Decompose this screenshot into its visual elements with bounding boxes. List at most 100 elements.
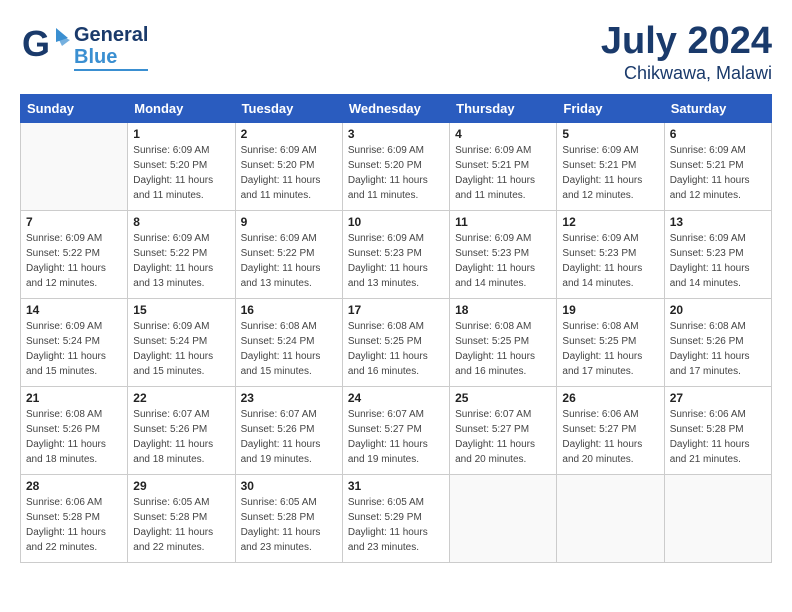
calendar-cell: 5 Sunrise: 6:09 AMSunset: 5:21 PMDaylight… xyxy=(557,123,664,211)
logo-text-block: General Blue xyxy=(74,24,148,71)
day-number: 28 xyxy=(26,479,122,493)
calendar-cell: 21Sunrise: 6:08 AMSunset: 5:26 PMDayligh… xyxy=(21,387,128,475)
calendar-cell: 8 Sunrise: 6:09 AMSunset: 5:22 PMDaylight… xyxy=(128,211,235,299)
day-info: Sunrise: 6:09 AMSunset: 5:22 PMDaylight:… xyxy=(26,231,122,291)
day-info: Sunrise: 6:09 AMSunset: 5:24 PMDaylight:… xyxy=(26,319,122,379)
calendar-cell: 2 Sunrise: 6:09 AMSunset: 5:20 PMDaylight… xyxy=(235,123,342,211)
day-number: 20 xyxy=(670,303,766,317)
day-info: Sunrise: 6:09 AMSunset: 5:23 PMDaylight:… xyxy=(455,231,551,291)
day-info: Sunrise: 6:06 AMSunset: 5:27 PMDaylight:… xyxy=(562,407,658,467)
calendar-cell: 3Sunrise: 6:09 AMSunset: 5:20 PMDaylight… xyxy=(342,123,449,211)
calendar-cell: 11 Sunrise: 6:09 AMSunset: 5:23 PMDayligh… xyxy=(450,211,557,299)
day-info: Sunrise: 6:06 AMSunset: 5:28 PMDaylight:… xyxy=(26,495,122,555)
day-number: 31 xyxy=(348,479,444,493)
day-number: 16 xyxy=(241,303,337,317)
calendar-cell: 22Sunrise: 6:07 AMSunset: 5:26 PMDayligh… xyxy=(128,387,235,475)
calendar-cell: 24Sunrise: 6:07 AMSunset: 5:27 PMDayligh… xyxy=(342,387,449,475)
day-info: Sunrise: 6:09 AMSunset: 5:23 PMDaylight:… xyxy=(348,231,444,291)
day-info: Sunrise: 6:09 AMSunset: 5:23 PMDaylight:… xyxy=(670,231,766,291)
day-info: Sunrise: 6:05 AMSunset: 5:28 PMDaylight:… xyxy=(133,495,229,555)
calendar-cell: 16 Sunrise: 6:08 AMSunset: 5:24 PMDayligh… xyxy=(235,299,342,387)
day-number: 30 xyxy=(241,479,337,493)
calendar-cell xyxy=(21,123,128,211)
week-row-1: 1 Sunrise: 6:09 AMSunset: 5:20 PMDaylight… xyxy=(21,123,772,211)
week-row-2: 7Sunrise: 6:09 AMSunset: 5:22 PMDaylight… xyxy=(21,211,772,299)
day-info: Sunrise: 6:08 AMSunset: 5:25 PMDaylight:… xyxy=(455,319,551,379)
day-info: Sunrise: 6:07 AMSunset: 5:27 PMDaylight:… xyxy=(455,407,551,467)
calendar-cell: 23 Sunrise: 6:07 AMSunset: 5:26 PMDayligh… xyxy=(235,387,342,475)
day-info: Sunrise: 6:09 AMSunset: 5:22 PMDaylight:… xyxy=(241,231,337,291)
calendar-cell: 1 Sunrise: 6:09 AMSunset: 5:20 PMDaylight… xyxy=(128,123,235,211)
day-number: 18 xyxy=(455,303,551,317)
title-block: July 2024 Chikwawa, Malawi xyxy=(601,20,772,84)
day-number: 17 xyxy=(348,303,444,317)
day-info: Sunrise: 6:09 AMSunset: 5:21 PMDaylight:… xyxy=(670,143,766,203)
day-info: Sunrise: 6:09 AMSunset: 5:22 PMDaylight:… xyxy=(133,231,229,291)
calendar-cell xyxy=(450,475,557,563)
calendar-cell: 20 Sunrise: 6:08 AMSunset: 5:26 PMDayligh… xyxy=(664,299,771,387)
page-title: July 2024 xyxy=(601,20,772,63)
day-number: 10 xyxy=(348,215,444,229)
calendar-cell: 15 Sunrise: 6:09 AMSunset: 5:24 PMDayligh… xyxy=(128,299,235,387)
weekday-header-monday: Monday xyxy=(128,95,235,123)
day-number: 29 xyxy=(133,479,229,493)
day-number: 27 xyxy=(670,391,766,405)
calendar-table: SundayMondayTuesdayWednesdayThursdayFrid… xyxy=(20,94,772,563)
day-info: Sunrise: 6:06 AMSunset: 5:28 PMDaylight:… xyxy=(670,407,766,467)
day-number: 2 xyxy=(241,127,337,141)
svg-text:G: G xyxy=(22,23,50,64)
day-number: 1 xyxy=(133,127,229,141)
day-number: 26 xyxy=(562,391,658,405)
day-number: 9 xyxy=(241,215,337,229)
calendar-cell: 29 Sunrise: 6:05 AMSunset: 5:28 PMDayligh… xyxy=(128,475,235,563)
weekday-header-wednesday: Wednesday xyxy=(342,95,449,123)
calendar-cell: 10 Sunrise: 6:09 AMSunset: 5:23 PMDayligh… xyxy=(342,211,449,299)
logo: G General Blue xyxy=(20,20,148,75)
day-number: 23 xyxy=(241,391,337,405)
calendar-cell: 28 Sunrise: 6:06 AMSunset: 5:28 PMDayligh… xyxy=(21,475,128,563)
calendar-cell: 13Sunrise: 6:09 AMSunset: 5:23 PMDayligh… xyxy=(664,211,771,299)
calendar-cell: 26 Sunrise: 6:06 AMSunset: 5:27 PMDayligh… xyxy=(557,387,664,475)
day-info: Sunrise: 6:09 AMSunset: 5:21 PMDaylight:… xyxy=(562,143,658,203)
day-number: 22 xyxy=(133,391,229,405)
week-row-4: 21Sunrise: 6:08 AMSunset: 5:26 PMDayligh… xyxy=(21,387,772,475)
calendar-cell: 12Sunrise: 6:09 AMSunset: 5:23 PMDayligh… xyxy=(557,211,664,299)
calendar-cell: 30 Sunrise: 6:05 AMSunset: 5:28 PMDayligh… xyxy=(235,475,342,563)
day-info: Sunrise: 6:05 AMSunset: 5:29 PMDaylight:… xyxy=(348,495,444,555)
day-number: 25 xyxy=(455,391,551,405)
day-info: Sunrise: 6:09 AMSunset: 5:21 PMDaylight:… xyxy=(455,143,551,203)
day-number: 15 xyxy=(133,303,229,317)
day-number: 14 xyxy=(26,303,122,317)
calendar-cell: 31 Sunrise: 6:05 AMSunset: 5:29 PMDayligh… xyxy=(342,475,449,563)
day-info: Sunrise: 6:07 AMSunset: 5:27 PMDaylight:… xyxy=(348,407,444,467)
weekday-header-saturday: Saturday xyxy=(664,95,771,123)
calendar-cell: 6 Sunrise: 6:09 AMSunset: 5:21 PMDaylight… xyxy=(664,123,771,211)
day-info: Sunrise: 6:09 AMSunset: 5:20 PMDaylight:… xyxy=(133,143,229,203)
day-number: 5 xyxy=(562,127,658,141)
day-number: 8 xyxy=(133,215,229,229)
calendar-cell: 17 Sunrise: 6:08 AMSunset: 5:25 PMDayligh… xyxy=(342,299,449,387)
day-info: Sunrise: 6:09 AMSunset: 5:20 PMDaylight:… xyxy=(241,143,337,203)
page-subtitle: Chikwawa, Malawi xyxy=(601,63,772,84)
day-info: Sunrise: 6:09 AMSunset: 5:23 PMDaylight:… xyxy=(562,231,658,291)
day-info: Sunrise: 6:09 AMSunset: 5:24 PMDaylight:… xyxy=(133,319,229,379)
day-number: 3 xyxy=(348,127,444,141)
calendar-cell xyxy=(664,475,771,563)
calendar-cell: 27 Sunrise: 6:06 AMSunset: 5:28 PMDayligh… xyxy=(664,387,771,475)
day-info: Sunrise: 6:07 AMSunset: 5:26 PMDaylight:… xyxy=(241,407,337,467)
day-info: Sunrise: 6:08 AMSunset: 5:24 PMDaylight:… xyxy=(241,319,337,379)
day-number: 19 xyxy=(562,303,658,317)
day-number: 21 xyxy=(26,391,122,405)
weekday-header-thursday: Thursday xyxy=(450,95,557,123)
day-info: Sunrise: 6:08 AMSunset: 5:25 PMDaylight:… xyxy=(348,319,444,379)
day-number: 11 xyxy=(455,215,551,229)
calendar-cell: 9 Sunrise: 6:09 AMSunset: 5:22 PMDaylight… xyxy=(235,211,342,299)
day-info: Sunrise: 6:05 AMSunset: 5:28 PMDaylight:… xyxy=(241,495,337,555)
day-info: Sunrise: 6:08 AMSunset: 5:25 PMDaylight:… xyxy=(562,319,658,379)
day-number: 6 xyxy=(670,127,766,141)
calendar-cell: 19 Sunrise: 6:08 AMSunset: 5:25 PMDayligh… xyxy=(557,299,664,387)
logo-underline xyxy=(74,69,148,71)
calendar-cell: 18 Sunrise: 6:08 AMSunset: 5:25 PMDayligh… xyxy=(450,299,557,387)
week-row-5: 28 Sunrise: 6:06 AMSunset: 5:28 PMDayligh… xyxy=(21,475,772,563)
day-info: Sunrise: 6:08 AMSunset: 5:26 PMDaylight:… xyxy=(670,319,766,379)
